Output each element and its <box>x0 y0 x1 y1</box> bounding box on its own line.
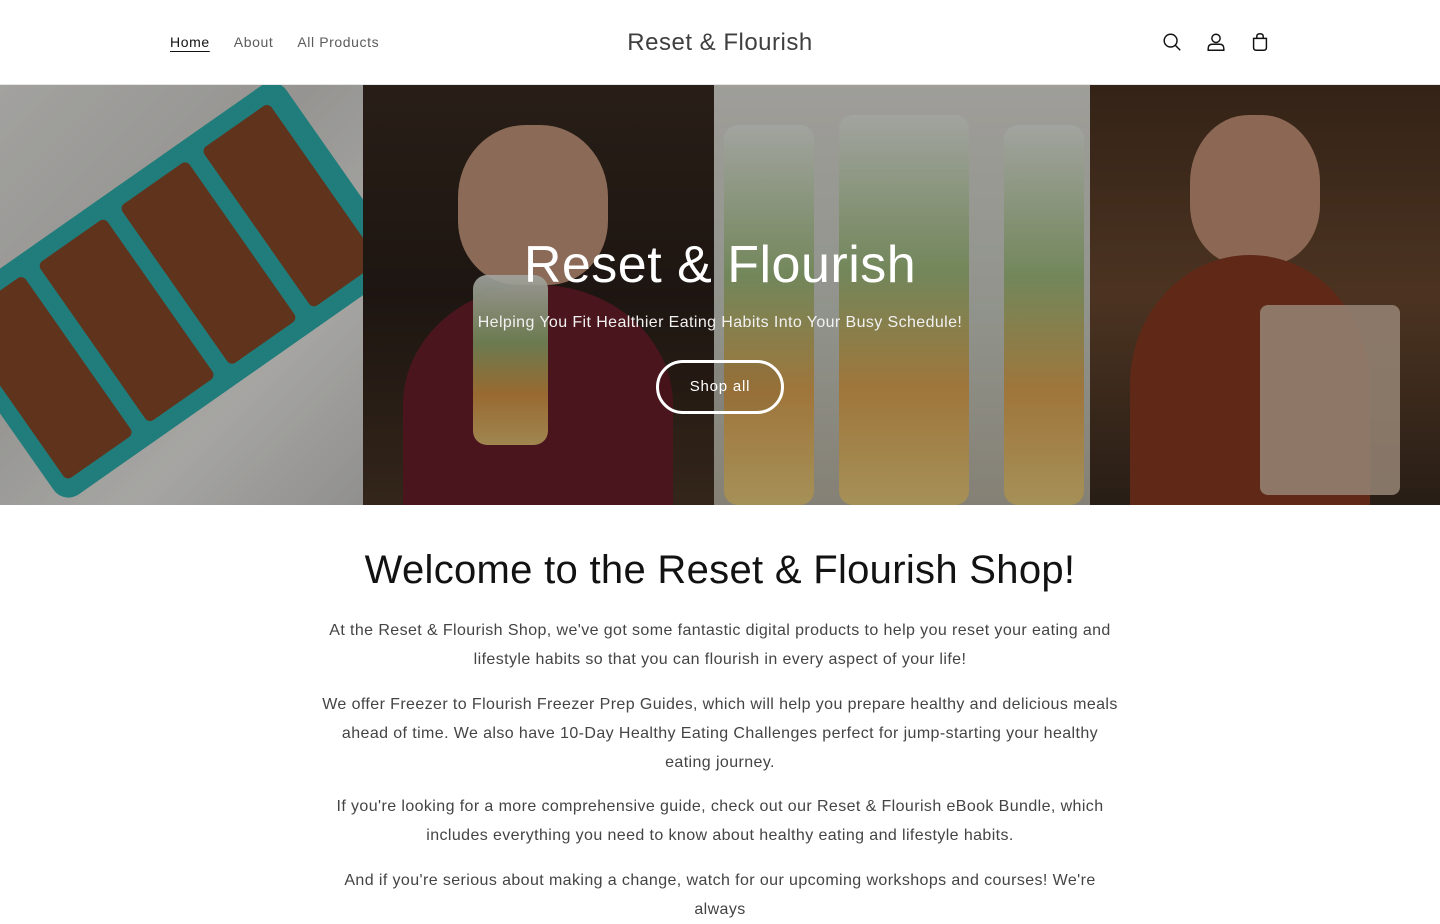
cart-button[interactable] <box>1238 20 1282 64</box>
shop-all-button[interactable]: Shop all <box>656 360 784 414</box>
hero-content: Reset & Flourish Helping You Fit Healthi… <box>0 85 1440 505</box>
nav-home[interactable]: Home <box>158 0 222 85</box>
cart-icon <box>1252 33 1268 51</box>
nav-about[interactable]: About <box>222 0 286 85</box>
products-paragraph: We offer Freezer to Flourish Freezer Pre… <box>322 696 1118 771</box>
workshops-paragraph: And if you're serious about making a cha… <box>344 872 1096 918</box>
intro-paragraph: At the Reset & Flourish Shop, we've got … <box>329 622 1111 668</box>
search-icon <box>1163 33 1181 51</box>
site-logo[interactable]: Reset & Flourish <box>627 29 812 56</box>
hero-subtitle: Helping You Fit Healthier Eating Habits … <box>477 314 963 331</box>
account-icon <box>1207 33 1225 51</box>
header-icons <box>1150 20 1282 64</box>
site-header: Home About All Products Reset & Flourish <box>0 0 1440 85</box>
nav-all-products[interactable]: All Products <box>285 0 391 85</box>
welcome-title: Welcome to the Reset & Flourish Shop! <box>364 548 1076 592</box>
search-button[interactable] <box>1150 20 1194 64</box>
ebook-paragraph: If you're looking for a more comprehensi… <box>336 798 1104 844</box>
account-button[interactable] <box>1194 20 1238 64</box>
hero-banner: Reset & Flourish Helping You Fit Healthi… <box>0 85 1440 505</box>
hero-title: Reset & Flourish <box>523 236 917 294</box>
main-nav: Home About All Products <box>158 0 391 85</box>
